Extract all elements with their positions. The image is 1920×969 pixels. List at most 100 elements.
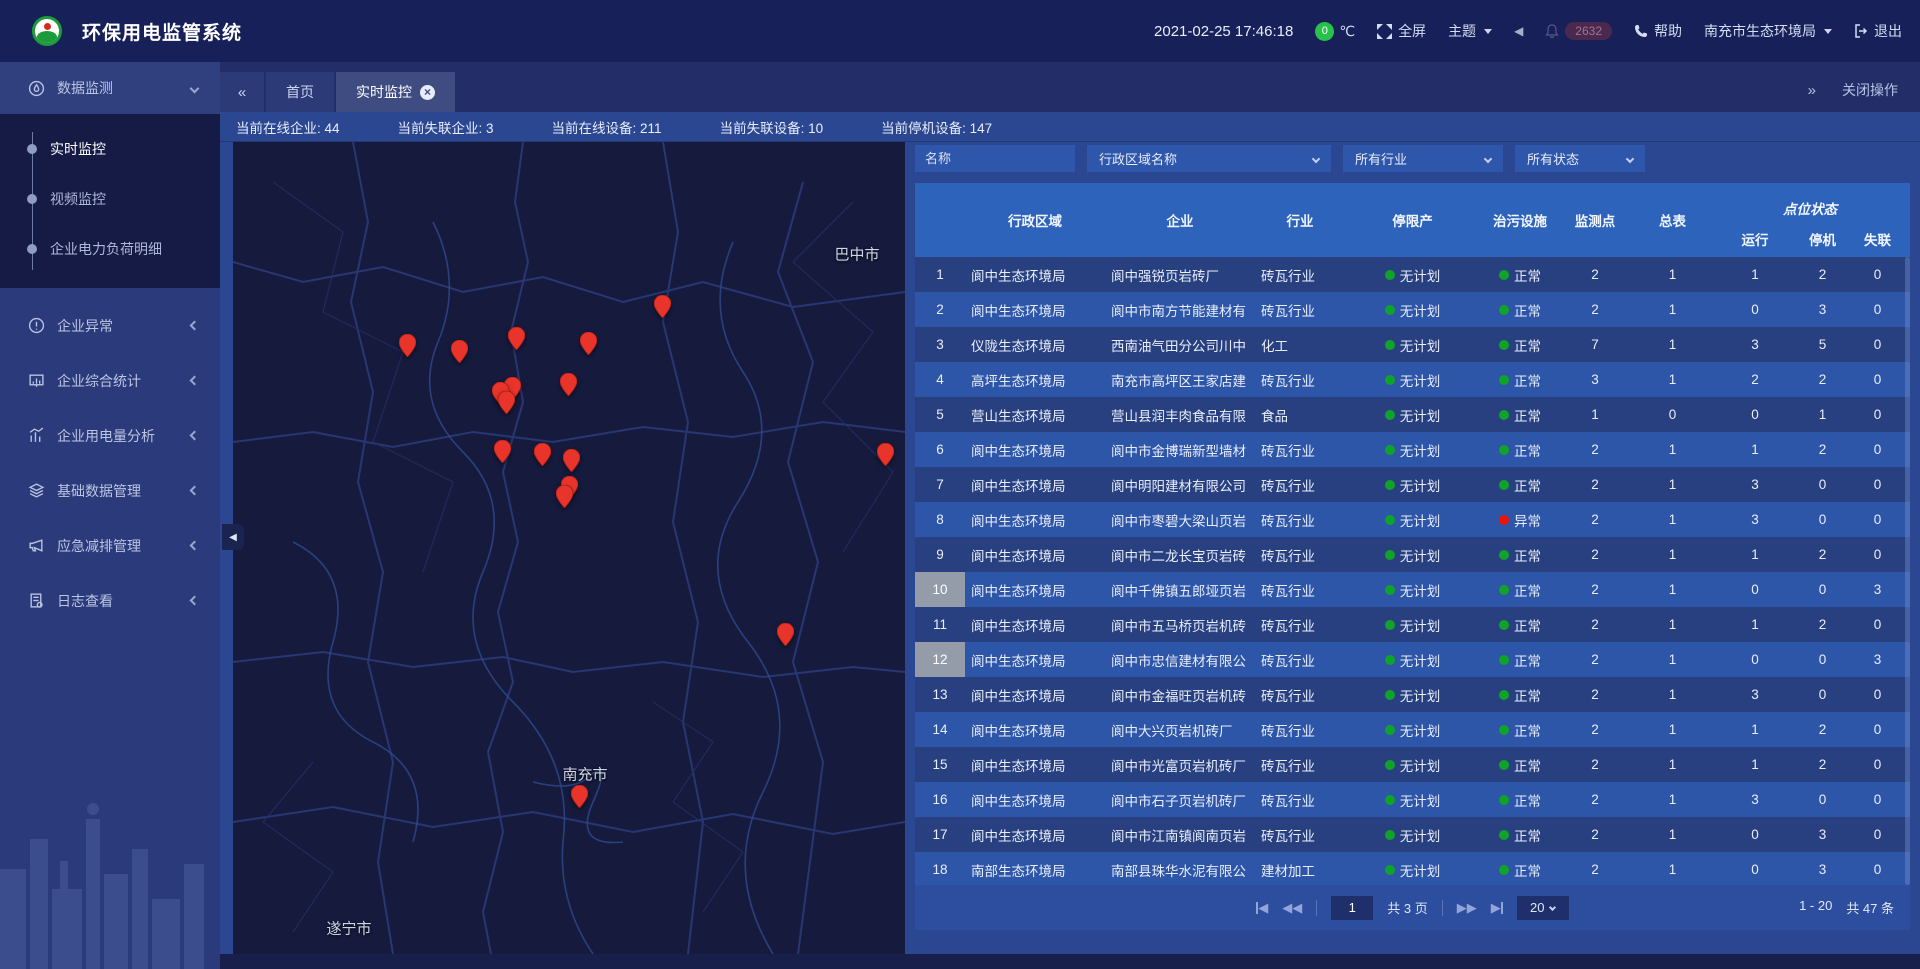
row-index-cell: 13: [915, 677, 965, 712]
green-dot-icon: [1499, 620, 1509, 630]
lost-cell: 3: [1850, 642, 1905, 677]
table-row[interactable]: 14阆中生态环境局阆中大兴页岩机砖厂砖瓦行业无计划正常21120: [915, 712, 1910, 747]
table-row[interactable]: 12阆中生态环境局阆中市忠信建材有限公砖瓦行业无计划正常21003: [915, 642, 1910, 677]
row-index-cell: 7: [915, 467, 965, 502]
theme-dropdown[interactable]: 主题: [1448, 21, 1492, 41]
table-row[interactable]: 17阆中生态环境局阆中市江南镇阆南页岩砖瓦行业无计划正常21030: [915, 817, 1910, 852]
limit-status-cell: 无计划: [1345, 257, 1480, 292]
table-row[interactable]: 2阆中生态环境局阆中市南方节能建材有砖瓦行业无计划正常21030: [915, 292, 1910, 327]
org-dropdown[interactable]: 南充市生态环境局: [1704, 21, 1832, 41]
sidebar-subitem[interactable]: 视频监控: [0, 174, 220, 224]
map-pin-icon[interactable]: [498, 391, 515, 414]
region-select-value: 行政区域名称: [1099, 149, 1177, 168]
region-select[interactable]: 行政区域名称: [1087, 145, 1331, 172]
table-scrollbar[interactable]: [1905, 257, 1910, 885]
name-search-input[interactable]: [915, 145, 1075, 172]
table-row[interactable]: 18南部生态环境局南部县珠华水泥有限公建材加工无计划正常21030: [915, 852, 1910, 885]
tabs-scroll-right-button[interactable]: »: [1808, 82, 1816, 99]
close-operations-button[interactable]: 关闭操作: [1842, 80, 1898, 100]
meters-cell: 1: [1630, 712, 1715, 747]
map-pin-icon[interactable]: [534, 443, 551, 466]
table-row[interactable]: 13阆中生态环境局阆中市金福旺页岩机砖砖瓦行业无计划正常21300: [915, 677, 1910, 712]
map-pin-icon[interactable]: [560, 373, 577, 396]
first-page-button[interactable]: ◀: [1256, 900, 1268, 916]
map-pin-icon[interactable]: [556, 485, 573, 508]
green-dot-icon: [1499, 270, 1509, 280]
page-size-value: 20: [1530, 900, 1544, 915]
tab-1[interactable]: 首页: [266, 72, 334, 112]
sidebar-item-5[interactable]: 基础数据管理: [0, 463, 220, 518]
limit-status-cell-label: 无计划: [1400, 825, 1441, 845]
map-pin-icon[interactable]: [508, 327, 525, 350]
industry-select[interactable]: 所有行业: [1343, 145, 1503, 172]
table-row[interactable]: 15阆中生态环境局阆中市光富页岩机砖厂砖瓦行业无计划正常21120: [915, 747, 1910, 782]
sidebar-item-2[interactable]: 企业异常: [0, 298, 220, 353]
run-cell: 2: [1715, 362, 1795, 397]
map-pin-icon[interactable]: [877, 443, 894, 466]
sidebar-item-1[interactable]: 数据监测: [0, 62, 220, 114]
tab-bar: « 首页实时监控× » 关闭操作: [220, 62, 1920, 112]
table-row[interactable]: 7阆中生态环境局阆中明阳建材有限公司砖瓦行业无计划正常21300: [915, 467, 1910, 502]
meters-cell: 1: [1630, 642, 1715, 677]
region-cell: 阆中生态环境局: [965, 502, 1105, 537]
stat-item: 当前失联设备: 10: [720, 117, 824, 137]
limit-status-cell: 无计划: [1345, 747, 1480, 782]
table-row[interactable]: 1阆中生态环境局阆中强锐页岩砖厂砖瓦行业无计划正常21120: [915, 257, 1910, 292]
row-index-cell: 9: [915, 537, 965, 572]
green-dot-icon: [1499, 830, 1509, 840]
logout-icon: [1854, 24, 1868, 38]
logout-button[interactable]: 退出: [1854, 21, 1902, 41]
sidebar-item-3[interactable]: 企业综合统计: [0, 353, 220, 408]
map-pin-icon[interactable]: [563, 449, 580, 472]
table-row[interactable]: 16阆中生态环境局阆中市石子页岩机砖厂砖瓦行业无计划正常21300: [915, 782, 1910, 817]
chevron-down-icon: [1312, 154, 1320, 162]
help-button[interactable]: 帮助: [1634, 21, 1682, 41]
green-dot-icon: [1499, 550, 1509, 560]
fullscreen-button[interactable]: 全屏: [1377, 21, 1426, 41]
lost-cell: 0: [1850, 327, 1905, 362]
sound-toggle[interactable]: ◀: [1514, 24, 1523, 38]
table-row[interactable]: 10阆中生态环境局阆中千佛镇五郎垭页岩砖瓦行业无计划正常21003: [915, 572, 1910, 607]
sidebar-item-4[interactable]: 企业用电量分析: [0, 408, 220, 463]
meters-cell: 1: [1630, 432, 1715, 467]
sidebar-subitem[interactable]: 实时监控: [0, 124, 220, 174]
green-dot-icon: [1385, 620, 1395, 630]
map-panel[interactable]: 巴中市南充市遂宁市: [233, 142, 905, 954]
col-subheader-1: 运行: [1715, 220, 1795, 257]
facility-status-cell: 正常: [1480, 292, 1560, 327]
page-number-input[interactable]: [1331, 896, 1373, 920]
facility-status-cell: 正常: [1480, 712, 1560, 747]
sidebar-subitem[interactable]: 企业电力负荷明细: [0, 224, 220, 274]
sidebar-item-6[interactable]: 应急减排管理: [0, 518, 220, 573]
table-row[interactable]: 6阆中生态环境局阆中市金博瑞新型墙材砖瓦行业无计划正常21120: [915, 432, 1910, 467]
sidebar-item-7[interactable]: 日志查看: [0, 573, 220, 628]
tab-2[interactable]: 实时监控×: [336, 72, 455, 112]
company-cell: 营山县润丰肉食品有限: [1105, 397, 1255, 432]
next-page-button[interactable]: ▶▶: [1457, 900, 1477, 916]
table-row[interactable]: 9阆中生态环境局阆中市二龙长宝页岩砖砖瓦行业无计划正常21120: [915, 537, 1910, 572]
last-page-button[interactable]: ▶: [1491, 900, 1503, 916]
status-select[interactable]: 所有状态: [1515, 145, 1645, 172]
notification-bell[interactable]: 2632: [1545, 22, 1612, 40]
map-pin-icon[interactable]: [580, 332, 597, 355]
table-row[interactable]: 4高坪生态环境局南充市高坪区王家店建砖瓦行业无计划正常31220: [915, 362, 1910, 397]
tabs-scroll-left-button[interactable]: «: [220, 72, 264, 112]
company-cell: 阆中市金福旺页岩机砖: [1105, 677, 1255, 712]
map-pin-icon[interactable]: [451, 340, 468, 363]
table-row[interactable]: 3仪陇生态环境局西南油气田分公司川中化工无计划正常71350: [915, 327, 1910, 362]
page-size-select[interactable]: 20: [1517, 896, 1569, 920]
meters-cell: 1: [1630, 292, 1715, 327]
map-pin-icon[interactable]: [777, 623, 794, 646]
facility-status-cell: 正常: [1480, 572, 1560, 607]
fullscreen-label: 全屏: [1398, 21, 1426, 41]
map-pin-icon[interactable]: [654, 295, 671, 318]
map-pin-icon[interactable]: [494, 440, 511, 463]
close-icon[interactable]: ×: [420, 85, 435, 100]
table-row[interactable]: 11阆中生态环境局阆中市五马桥页岩机砖砖瓦行业无计划正常21120: [915, 607, 1910, 642]
map-pin-icon[interactable]: [571, 785, 588, 808]
table-row[interactable]: 8阆中生态环境局阆中市枣碧大梁山页岩砖瓦行业无计划异常21300: [915, 502, 1910, 537]
sidebar-collapse-handle[interactable]: ◀: [222, 524, 244, 550]
prev-page-button[interactable]: ◀◀: [1282, 900, 1302, 916]
map-pin-icon[interactable]: [399, 334, 416, 357]
table-row[interactable]: 5营山生态环境局营山县润丰肉食品有限食品无计划正常10010: [915, 397, 1910, 432]
